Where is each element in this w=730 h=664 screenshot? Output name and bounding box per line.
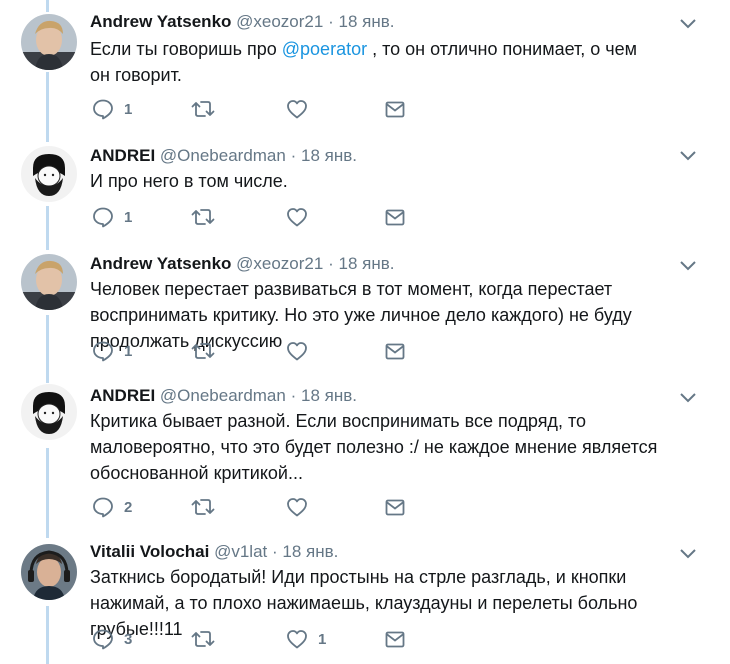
- avatar[interactable]: [21, 384, 77, 440]
- like-button[interactable]: [286, 494, 308, 520]
- reply-icon: [93, 341, 113, 362]
- heart-icon: [287, 498, 307, 517]
- envelope-icon: [385, 343, 405, 360]
- reply-icon: [93, 99, 113, 120]
- avatar[interactable]: [21, 146, 77, 202]
- reply-button[interactable]: 1: [92, 338, 132, 364]
- user-handle[interactable]: @v1lat: [214, 542, 267, 561]
- like-button[interactable]: [286, 204, 308, 230]
- tweet-text: Критика бывает разной. Если воспринимать…: [90, 411, 658, 483]
- tweet[interactable]: Andrew Yatsenko @xeozor21 · 18 янв. Чело…: [0, 250, 730, 380]
- separator-dot: ·: [290, 386, 297, 405]
- tweet-timestamp[interactable]: 18 янв.: [301, 386, 357, 405]
- user-handle[interactable]: @xeozor21: [236, 254, 323, 273]
- tweet-timestamp[interactable]: 18 янв.: [282, 542, 338, 561]
- tweet[interactable]: ANDREI @Onebeardman · 18 янв. И про него…: [0, 130, 730, 250]
- user-handle[interactable]: @Onebeardman: [160, 386, 286, 405]
- display-name[interactable]: Vitalii Volochai: [90, 542, 209, 561]
- tweet-text-part: Если ты говоришь про: [90, 39, 282, 59]
- separator-dot: ·: [328, 254, 334, 273]
- avatar-photo-icon: [21, 254, 77, 310]
- heart-icon: [287, 208, 307, 227]
- tweet-actions: 3 1: [92, 626, 422, 652]
- retweet-button[interactable]: [190, 626, 216, 652]
- reply-button[interactable]: 3: [92, 626, 132, 652]
- tweet-thread: Andrew Yatsenko @xeozor21 · 18 янв. Если…: [0, 0, 730, 664]
- retweet-button[interactable]: [190, 204, 216, 230]
- envelope-icon: [385, 499, 405, 516]
- reply-icon: [93, 497, 113, 518]
- envelope-icon: [385, 101, 405, 118]
- direct-message-button[interactable]: [384, 96, 406, 122]
- separator-dot: ·: [290, 146, 297, 165]
- user-handle[interactable]: @xeozor21: [236, 12, 323, 31]
- tweet[interactable]: Andrew Yatsenko @xeozor21 · 18 янв. Если…: [0, 0, 730, 130]
- reply-icon: [93, 207, 113, 228]
- heart-icon: [287, 342, 307, 361]
- reply-count: 1: [124, 342, 133, 360]
- retweet-button[interactable]: [190, 96, 216, 122]
- retweet-icon: [191, 343, 215, 359]
- direct-message-button[interactable]: [384, 338, 406, 364]
- avatar-sketch-icon: [21, 384, 77, 440]
- heart-icon: [287, 630, 307, 649]
- more-options-chevron-icon[interactable]: [677, 17, 699, 31]
- heart-icon: [287, 100, 307, 119]
- retweet-icon: [191, 101, 215, 117]
- tweet-actions: 1: [92, 338, 422, 364]
- reply-icon: [93, 629, 113, 650]
- separator-dot: ·: [328, 12, 334, 31]
- direct-message-button[interactable]: [384, 626, 406, 652]
- tweet-timestamp[interactable]: 18 янв.: [338, 12, 394, 31]
- more-options-chevron-icon[interactable]: [677, 149, 699, 163]
- more-options-chevron-icon[interactable]: [677, 259, 699, 273]
- avatar-sketch-icon: [21, 146, 77, 202]
- retweet-icon: [191, 499, 215, 515]
- tweet-timestamp[interactable]: 18 янв.: [301, 146, 357, 165]
- like-button[interactable]: [286, 96, 308, 122]
- mention-link[interactable]: @poerator: [282, 39, 367, 59]
- like-button[interactable]: [286, 338, 308, 364]
- like-count: 1: [318, 630, 327, 648]
- reply-count: 1: [124, 208, 133, 226]
- like-button[interactable]: 1: [286, 626, 326, 652]
- display-name[interactable]: ANDREI: [90, 386, 155, 405]
- reply-count: 3: [124, 630, 133, 648]
- avatar[interactable]: [21, 14, 77, 70]
- envelope-icon: [385, 209, 405, 226]
- avatar-photo-icon: [21, 544, 77, 600]
- user-handle[interactable]: @Onebeardman: [160, 146, 286, 165]
- tweet-actions: 1: [92, 96, 422, 122]
- direct-message-button[interactable]: [384, 204, 406, 230]
- separator-dot: ·: [272, 542, 278, 561]
- reply-count: 2: [124, 498, 133, 516]
- tweet[interactable]: ANDREI @Onebeardman · 18 янв. Критика бы…: [0, 380, 730, 530]
- more-options-chevron-icon[interactable]: [677, 547, 699, 561]
- tweet-timestamp[interactable]: 18 янв.: [338, 254, 394, 273]
- reply-button[interactable]: 1: [92, 96, 132, 122]
- retweet-button[interactable]: [190, 338, 216, 364]
- retweet-icon: [191, 209, 215, 225]
- avatar[interactable]: [21, 544, 77, 600]
- avatar-photo-icon: [21, 14, 77, 70]
- tweet-actions: 2: [92, 494, 422, 520]
- retweet-icon: [191, 631, 215, 647]
- reply-button[interactable]: 1: [92, 204, 132, 230]
- envelope-icon: [385, 631, 405, 648]
- more-options-chevron-icon[interactable]: [677, 391, 699, 405]
- retweet-button[interactable]: [190, 494, 216, 520]
- tweet[interactable]: Vitalii Volochai @v1lat · 18 янв. Заткни…: [0, 530, 730, 664]
- tweet-actions: 1: [92, 204, 422, 230]
- direct-message-button[interactable]: [384, 494, 406, 520]
- display-name[interactable]: ANDREI: [90, 146, 155, 165]
- tweet-text: Если ты говоришь про @poerator , то он о…: [90, 36, 650, 88]
- avatar[interactable]: [21, 254, 77, 310]
- reply-count: 1: [124, 100, 133, 118]
- display-name[interactable]: Andrew Yatsenko: [90, 12, 231, 31]
- display-name[interactable]: Andrew Yatsenko: [90, 254, 231, 273]
- reply-button[interactable]: 2: [92, 494, 132, 520]
- tweet-text: И про него в том числе.: [90, 171, 288, 191]
